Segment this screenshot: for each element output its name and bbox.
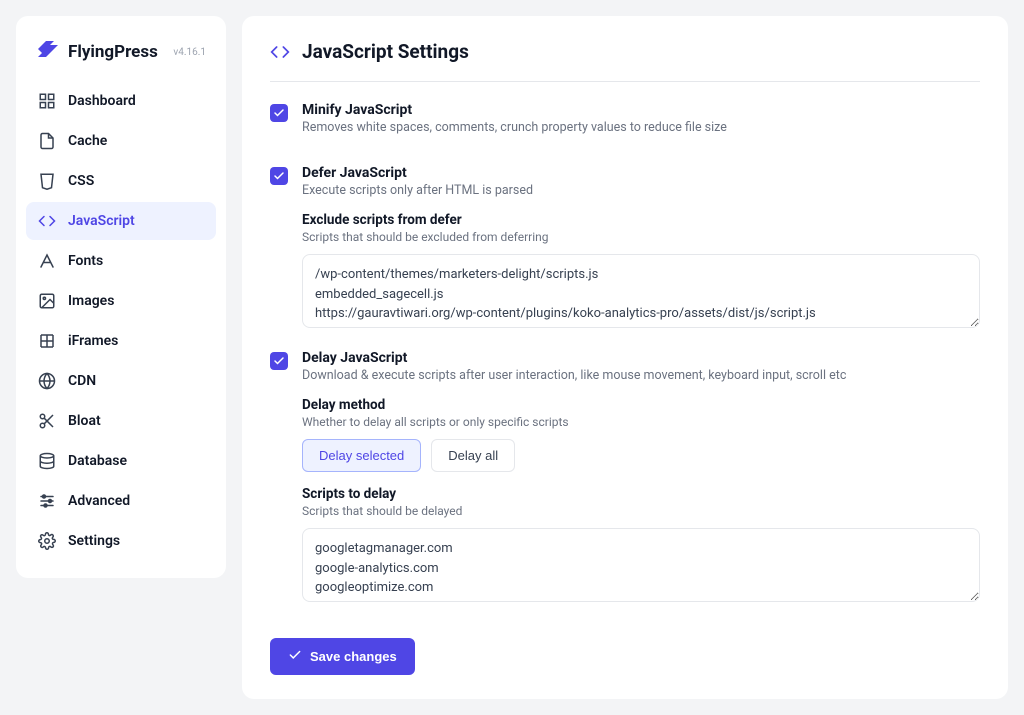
delay-method-title: Delay method xyxy=(302,397,980,413)
code-icon xyxy=(38,212,56,230)
sidebar-item-settings[interactable]: Settings xyxy=(26,522,216,560)
delay-scripts-desc: Scripts that should be delayed xyxy=(302,504,980,518)
sidebar-item-label: Advanced xyxy=(68,493,130,509)
globe-icon xyxy=(38,372,56,390)
minify-desc: Removes white spaces, comments, crunch p… xyxy=(302,120,980,135)
check-icon xyxy=(288,648,302,665)
sidebar-item-label: Images xyxy=(68,293,114,309)
page-header: JavaScript Settings xyxy=(270,40,980,82)
sidebar-item-bloat[interactable]: Bloat xyxy=(26,402,216,440)
delay-title: Delay JavaScript xyxy=(302,350,980,366)
defer-desc: Execute scripts only after HTML is parse… xyxy=(302,183,980,198)
advanced-icon xyxy=(38,492,56,510)
sidebar-item-label: Settings xyxy=(68,533,120,549)
code-icon xyxy=(270,42,290,62)
iframe-icon xyxy=(38,332,56,350)
delay-scripts-section: Scripts to delay Scripts that should be … xyxy=(302,486,980,606)
cache-icon xyxy=(38,132,56,150)
delay-method-section: Delay method Whether to delay all script… xyxy=(302,397,980,472)
delay-selected-button[interactable]: Delay selected xyxy=(302,439,421,472)
brand-name: FlyingPress xyxy=(68,42,158,62)
sidebar-item-label: Database xyxy=(68,453,127,469)
brand: FlyingPress v4.16.1 xyxy=(26,32,216,82)
delay-method-desc: Whether to delay all scripts or only spe… xyxy=(302,415,980,429)
defer-exclude-title: Exclude scripts from defer xyxy=(302,212,980,228)
delay-desc: Download & execute scripts after user in… xyxy=(302,368,980,383)
sidebar-item-label: JavaScript xyxy=(68,213,135,229)
sidebar-item-database[interactable]: Database xyxy=(26,442,216,480)
sidebar-item-cdn[interactable]: CDN xyxy=(26,362,216,400)
brand-logo-icon xyxy=(36,40,60,64)
sidebar-item-label: Bloat xyxy=(68,413,101,429)
sidebar-item-css[interactable]: CSS xyxy=(26,162,216,200)
brand-version: v4.16.1 xyxy=(173,47,206,58)
dashboard-icon xyxy=(38,92,56,110)
minify-title: Minify JavaScript xyxy=(302,102,980,118)
fonts-icon xyxy=(38,252,56,270)
image-icon xyxy=(38,292,56,310)
defer-exclude-textarea[interactable] xyxy=(302,254,980,328)
sidebar-item-cache[interactable]: Cache xyxy=(26,122,216,160)
css-icon xyxy=(38,172,56,190)
delay-scripts-title: Scripts to delay xyxy=(302,486,980,502)
delay-checkbox[interactable] xyxy=(270,352,288,370)
sidebar-item-fonts[interactable]: Fonts xyxy=(26,242,216,280)
minify-checkbox[interactable] xyxy=(270,104,288,122)
database-icon xyxy=(38,452,56,470)
sidebar-item-label: Fonts xyxy=(68,253,103,269)
sidebar: FlyingPress v4.16.1 Dashboard Cache CSS Jav… xyxy=(16,16,226,578)
sidebar-item-dashboard[interactable]: Dashboard xyxy=(26,82,216,120)
save-button-label: Save changes xyxy=(310,649,397,664)
scissors-icon xyxy=(38,412,56,430)
defer-checkbox[interactable] xyxy=(270,167,288,185)
sidebar-item-label: CDN xyxy=(68,373,96,389)
sidebar-item-iframes[interactable]: iFrames xyxy=(26,322,216,360)
delay-scripts-textarea[interactable] xyxy=(302,528,980,602)
delay-all-button[interactable]: Delay all xyxy=(431,439,515,472)
sidebar-item-label: CSS xyxy=(68,173,94,189)
defer-title: Defer JavaScript xyxy=(302,165,980,181)
sidebar-item-images[interactable]: Images xyxy=(26,282,216,320)
sidebar-item-advanced[interactable]: Advanced xyxy=(26,482,216,520)
main-panel: JavaScript Settings Minify JavaScript Re… xyxy=(242,16,1008,699)
sidebar-item-label: Cache xyxy=(68,133,107,149)
sidebar-item-label: Dashboard xyxy=(68,93,136,109)
defer-exclude-desc: Scripts that should be excluded from def… xyxy=(302,230,980,244)
setting-defer: Defer JavaScript Execute scripts only af… xyxy=(270,165,980,332)
gear-icon xyxy=(38,532,56,550)
setting-delay: Delay JavaScript Download & execute scri… xyxy=(270,350,980,606)
setting-minify: Minify JavaScript Removes white spaces, … xyxy=(270,102,980,147)
sidebar-item-javascript[interactable]: JavaScript xyxy=(26,202,216,240)
defer-exclude-section: Exclude scripts from defer Scripts that … xyxy=(302,212,980,332)
sidebar-item-label: iFrames xyxy=(68,333,118,349)
page-title: JavaScript Settings xyxy=(302,40,469,63)
delay-method-toggle: Delay selected Delay all xyxy=(302,439,980,472)
